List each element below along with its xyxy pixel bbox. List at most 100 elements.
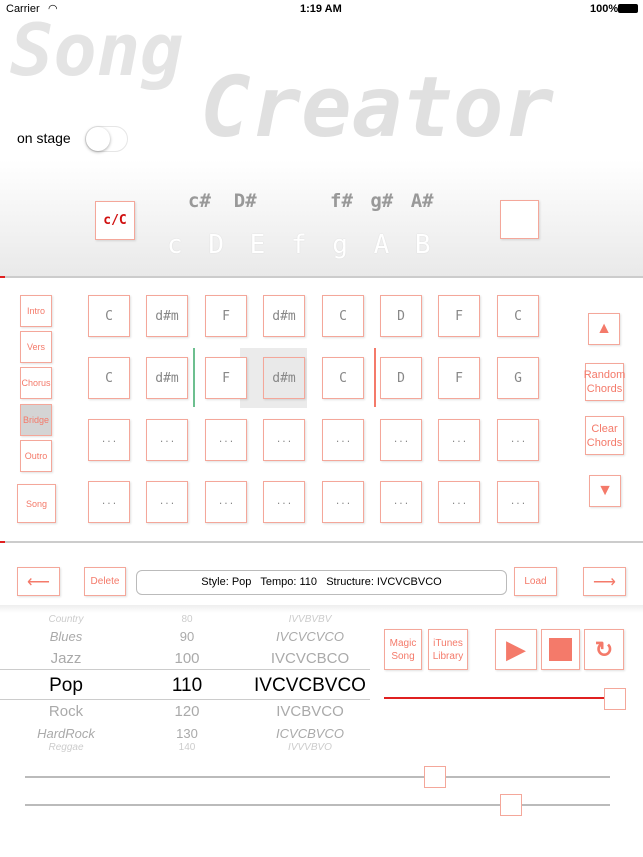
previous-button[interactable]: ⟵ [17,567,60,596]
slider-2-thumb[interactable] [499,794,522,816]
current-key-button[interactable]: c/C [95,201,135,240]
chord-cell[interactable]: ... [263,481,305,523]
triangle-down-icon: ▼ [597,482,613,499]
key-d-sharp[interactable]: D# [234,190,257,212]
slider-1-thumb[interactable] [423,766,446,788]
chord-cell[interactable]: C [88,295,130,337]
chord-cell[interactable]: ... [497,481,539,523]
battery-icon [618,4,638,13]
chord-cell[interactable]: ... [205,419,247,461]
section-button-intro[interactable]: Intro [20,295,52,327]
play-icon: ▶ [506,634,526,664]
arrow-left-icon: ⟵ [27,573,50,591]
picker-tempo: 110 [171,674,203,696]
section-button-vers[interactable]: Vers [20,331,52,363]
picker-tempo: 80 [181,614,193,625]
key-a[interactable]: A [374,230,390,260]
loop-start-marker[interactable] [193,348,195,407]
chord-cell[interactable]: ... [146,419,188,461]
picker-structure: IVVBVBV [288,614,332,625]
chord-cell[interactable]: F [438,357,480,399]
delete-button[interactable]: Delete [84,567,126,596]
key-a-sharp[interactable]: A# [411,190,434,212]
picker-style: Pop [49,674,83,696]
section-button-chorus[interactable]: Chorus [20,367,52,399]
key-f[interactable]: f [291,230,307,260]
chord-cell[interactable]: d#m [146,357,188,399]
load-button[interactable]: Load [514,567,557,596]
chord-cell[interactable]: D [380,295,422,337]
chord-cell[interactable]: ... [380,419,422,461]
chord-cell[interactable]: G [497,357,539,399]
picker-style: Reggae [48,742,84,753]
down-button[interactable]: ▼ [589,475,621,507]
chord-cell[interactable]: d#m [263,357,305,399]
playback-thumb[interactable] [604,688,626,710]
section-button-outro[interactable]: Outro [20,440,52,472]
battery-percent: 100% [590,3,619,15]
picker-structure: IVCBVCO [276,702,344,720]
chord-cell[interactable]: C [322,295,364,337]
chord-cell[interactable]: ... [88,481,130,523]
on-stage-label: on stage [17,130,71,146]
key-selector: c/C c# D# f# g# A# c D E f g A B [0,160,643,277]
picker-style: HardRock [37,725,95,741]
key-mode-button[interactable] [500,200,539,239]
on-stage-toggle[interactable] [85,126,128,152]
key-d[interactable]: D [208,230,224,260]
chord-cell[interactable]: F [438,295,480,337]
picker-structure: IVCVCBCO [270,649,350,667]
itunes-library-button[interactable]: iTunes Library [428,629,468,670]
slider-2-track[interactable] [25,804,610,806]
chord-cell[interactable]: D [380,357,422,399]
slider-1-track[interactable] [25,776,610,778]
progress-marker [0,276,5,278]
arrow-right-icon: ⟶ [593,573,616,591]
chord-cell[interactable]: F [205,357,247,399]
chord-cell[interactable]: d#m [263,295,305,337]
key-b[interactable]: B [415,230,431,260]
chord-cell[interactable]: ... [438,481,480,523]
playback-progress[interactable] [384,697,606,699]
chord-cell[interactable]: ... [263,419,305,461]
key-c-sharp[interactable]: c# [188,190,211,212]
chord-cell[interactable]: F [205,295,247,337]
key-g[interactable]: g [332,230,348,260]
key-c[interactable]: c [167,230,183,260]
random-chords-button[interactable]: Random Chords [584,363,625,401]
play-button[interactable]: ▶ [495,629,537,670]
divider [0,541,643,543]
chord-cell[interactable]: d#m [146,295,188,337]
chord-cell[interactable]: C [88,357,130,399]
key-f-sharp[interactable]: f# [330,190,353,212]
progress-marker [0,541,5,543]
picker-structure: IVCVCVCO [276,628,344,644]
picker-structure: IVCVCBVCO [254,674,366,696]
chord-cell[interactable]: ... [88,419,130,461]
style-picker[interactable]: Country 80 IVVBVBV Blues 90 IVCVCVCO Jazz 100 IV… [0,612,370,760]
chord-cell[interactable]: ... [497,419,539,461]
chord-cell[interactable]: ... [322,481,364,523]
stop-button[interactable] [541,629,580,670]
picker-tempo: 140 [178,742,196,753]
picker-style: Jazz [50,649,82,667]
chord-cell[interactable]: ... [205,481,247,523]
chord-cell[interactable]: ... [322,419,364,461]
chord-cell[interactable]: C [322,357,364,399]
magic-song-button[interactable]: Magic Song [384,629,422,670]
repeat-button[interactable]: ↻ [584,629,624,670]
song-info-field: Style: Pop Tempo: 110 Structure: IVCVCBV… [136,570,507,595]
key-g-sharp[interactable]: g# [370,190,393,212]
loop-end-marker[interactable] [374,348,376,407]
stop-icon [549,638,572,661]
chord-cell[interactable]: C [497,295,539,337]
section-button-song[interactable]: Song [17,484,56,523]
key-e[interactable]: E [250,230,266,260]
chord-cell[interactable]: ... [146,481,188,523]
chord-cell[interactable]: ... [380,481,422,523]
up-button[interactable]: ▲ [588,313,620,345]
chord-cell[interactable]: ... [438,419,480,461]
section-button-bridge[interactable]: Bridge [20,404,52,436]
clear-chords-button[interactable]: Clear Chords [585,416,624,455]
next-button[interactable]: ⟶ [583,567,626,596]
